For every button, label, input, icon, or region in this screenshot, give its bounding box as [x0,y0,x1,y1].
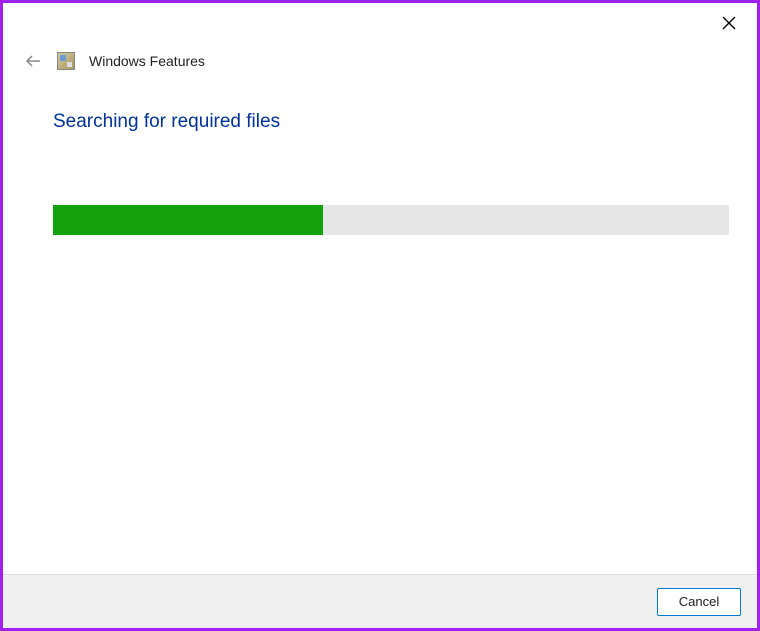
back-button[interactable] [23,51,43,71]
button-bar: Cancel [3,574,757,628]
progress-bar [53,205,729,235]
header: Windows Features [23,51,205,71]
status-heading: Searching for required files [53,111,729,133]
close-button[interactable] [719,13,739,33]
progress-fill [53,205,323,235]
windows-features-icon [57,52,75,70]
dialog-title: Windows Features [89,53,205,69]
close-icon [722,16,736,30]
cancel-button[interactable]: Cancel [657,588,741,616]
content-area: Searching for required files [53,111,729,235]
back-arrow-icon [24,52,42,70]
